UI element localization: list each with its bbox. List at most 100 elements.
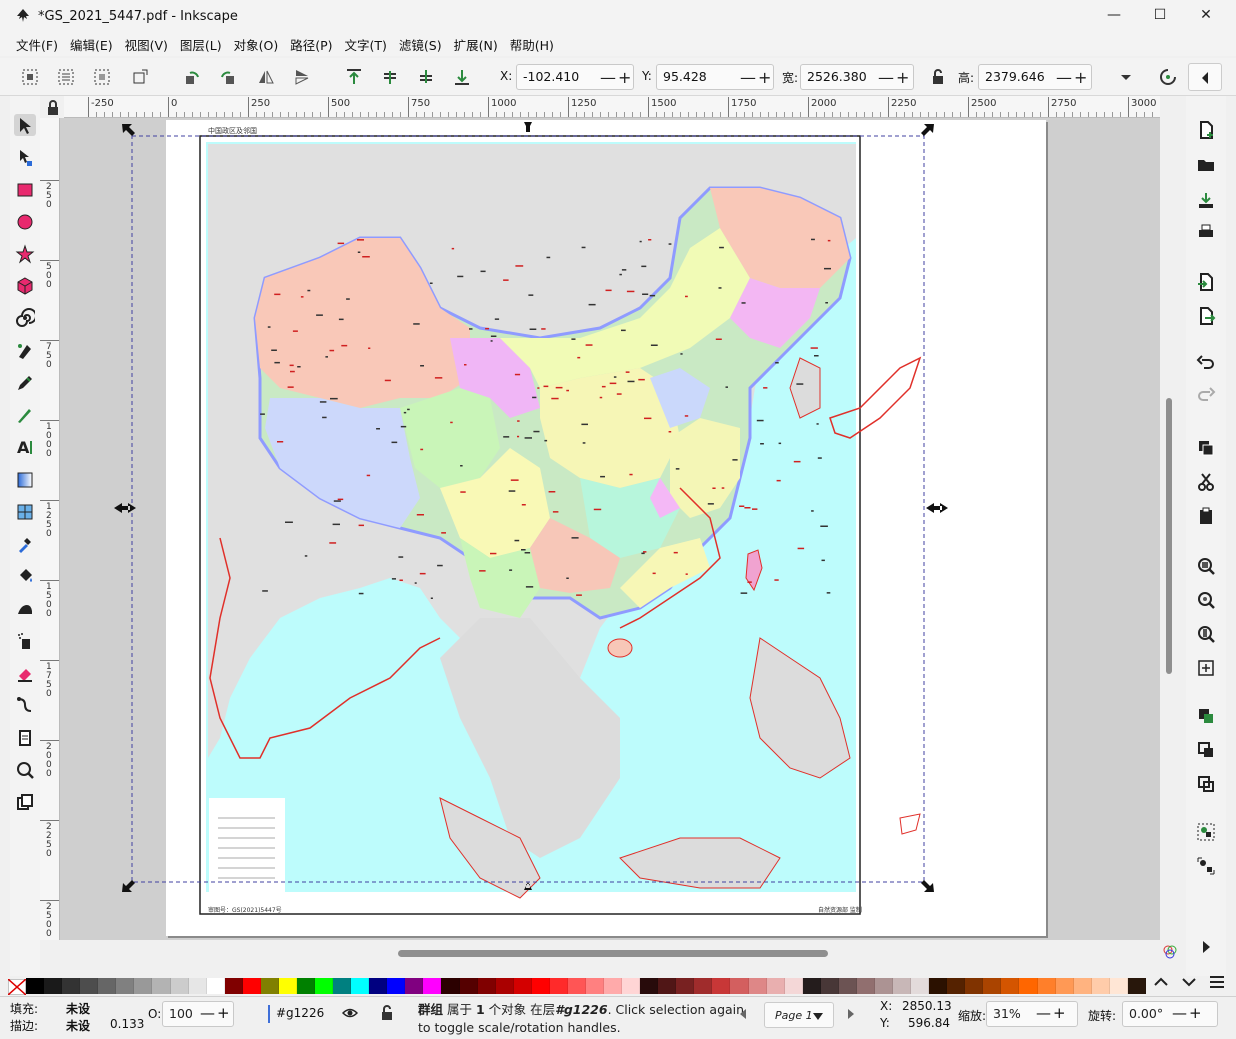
cut-icon[interactable] (1196, 472, 1216, 492)
palette-swatch[interactable] (98, 978, 117, 994)
menu-edit[interactable]: 编辑(E) (64, 35, 119, 54)
palette-swatch[interactable] (369, 978, 388, 994)
palette-swatch[interactable] (983, 978, 1002, 994)
fill-value[interactable]: 未设 (66, 1000, 90, 1017)
unlink-clone-icon[interactable] (1196, 774, 1216, 794)
layer-visibility-icon[interactable] (342, 1006, 358, 1020)
rotate-stepper[interactable]: —+ (1172, 1004, 1204, 1022)
palette-swatch[interactable] (730, 978, 749, 994)
menu-text[interactable]: 文字(T) (339, 35, 393, 54)
palette-swatch[interactable] (1055, 978, 1074, 994)
undo-icon[interactable] (1196, 354, 1216, 374)
palette-swatch[interactable] (260, 978, 279, 994)
palette-swatch[interactable] (296, 978, 315, 994)
palette-swatch[interactable] (712, 978, 731, 994)
zoom-drawing-icon[interactable] (1196, 590, 1216, 610)
flip-horizontal-icon[interactable] (256, 67, 276, 87)
close-button[interactable]: ✕ (1183, 0, 1229, 30)
open-folder-icon[interactable] (1196, 154, 1216, 174)
palette-swatch[interactable] (694, 978, 713, 994)
copy-icon[interactable] (1196, 438, 1216, 458)
print-icon[interactable] (1196, 222, 1216, 242)
stroke-width-value[interactable]: 0.133 (110, 1017, 144, 1031)
canvas[interactable]: 中国政区及邻国 审图号：GS(2021)5447号 自然资源部 监制 (60, 118, 1160, 940)
deselect-icon[interactable] (92, 67, 112, 87)
clone-icon[interactable] (1196, 740, 1216, 760)
palette-swatch[interactable] (80, 978, 99, 994)
menu-view[interactable]: 视图(V) (119, 35, 174, 54)
palette-swatch[interactable] (856, 978, 875, 994)
palette-swatch[interactable] (658, 978, 677, 994)
menu-extensions[interactable]: 扩展(N) (448, 35, 504, 54)
palette-swatch[interactable] (116, 978, 135, 994)
menu-layer[interactable]: 图层(L) (174, 35, 228, 54)
mesh-tool[interactable] (14, 501, 36, 523)
text-tool[interactable]: A (14, 436, 36, 458)
palette-swatch[interactable] (333, 978, 352, 994)
vertical-ruler[interactable]: 250 500 750 1000 1250 1500 1750 2000 2250 2500 (40, 118, 60, 940)
palette-swatch[interactable] (622, 978, 641, 994)
measure-tool[interactable] (14, 791, 36, 813)
y-stepper[interactable]: —+ (740, 68, 773, 87)
new-document-icon[interactable] (1196, 120, 1216, 140)
map-drawing[interactable]: 中国政区及邻国 审图号：GS(2021)5447号 自然资源部 监制 (60, 118, 1160, 940)
next-page-icon[interactable] (846, 1008, 856, 1020)
gradient-tool[interactable] (14, 469, 36, 491)
palette-swatch[interactable] (134, 978, 153, 994)
vertical-scrollbar[interactable] (1166, 398, 1172, 674)
palette-swatch[interactable] (820, 978, 839, 994)
rotate-ccw-icon[interactable] (182, 67, 202, 87)
connector-tool[interactable] (14, 694, 36, 716)
width-stepper[interactable]: —+ (878, 68, 911, 87)
group-icon[interactable] (1196, 822, 1216, 842)
redo-icon[interactable] (1196, 386, 1216, 406)
paint-bucket-tool[interactable] (14, 565, 36, 587)
palette-swatch[interactable] (766, 978, 785, 994)
palette-swatch[interactable] (26, 978, 45, 994)
palette-swatch[interactable] (893, 978, 912, 994)
palette-scroll-down-icon[interactable] (1182, 976, 1196, 988)
palette-swatch[interactable] (278, 978, 297, 994)
palette-swatch[interactable] (585, 978, 604, 994)
raise-to-top-icon[interactable] (344, 67, 364, 87)
palette-swatch[interactable] (676, 978, 695, 994)
palette-swatch[interactable] (351, 978, 370, 994)
palette-swatch[interactable] (1127, 978, 1146, 994)
select-all-icon[interactable] (20, 67, 40, 87)
palette-swatch[interactable] (838, 978, 857, 994)
palette-swatch[interactable] (423, 978, 442, 994)
palette-swatch[interactable] (1001, 978, 1020, 994)
x-stepper[interactable]: —+ (600, 68, 633, 87)
import-icon[interactable] (1196, 272, 1216, 292)
palette-swatch[interactable] (1073, 978, 1092, 994)
snap-popover-button[interactable] (1188, 63, 1222, 91)
page-selector[interactable]: Page 1 (764, 1002, 834, 1028)
palette-swatch[interactable] (965, 978, 984, 994)
horizontal-scrollbar[interactable] (398, 950, 828, 957)
palette-swatch[interactable] (784, 978, 803, 994)
tweak-tool[interactable] (14, 598, 36, 620)
palette-swatch[interactable] (206, 978, 225, 994)
palette-swatch[interactable] (748, 978, 767, 994)
pen-tool[interactable] (14, 340, 36, 362)
rotate-field[interactable]: 0.00° (1122, 1001, 1218, 1027)
height-stepper[interactable]: —+ (1056, 68, 1089, 87)
palette-swatch[interactable] (947, 978, 966, 994)
palette-menu-icon[interactable] (1208, 974, 1226, 990)
select-all-layers-icon[interactable] (56, 67, 76, 87)
menu-help[interactable]: 帮助(H) (504, 35, 560, 54)
lower-to-bottom-icon[interactable] (452, 67, 472, 87)
palette-swatch[interactable] (152, 978, 171, 994)
minimize-button[interactable]: — (1091, 0, 1137, 30)
color-manage-icon[interactable] (1162, 944, 1178, 960)
chevron-right-icon[interactable] (1200, 940, 1212, 954)
palette-swatch[interactable] (170, 978, 189, 994)
touch-select-icon[interactable] (130, 67, 150, 87)
zoom-selection-icon[interactable] (1196, 556, 1216, 576)
palette-swatch[interactable] (224, 978, 243, 994)
spray-tool[interactable] (14, 630, 36, 652)
palette-swatch[interactable] (513, 978, 532, 994)
no-paint-swatch[interactable] (8, 979, 26, 995)
guide-lock-icon[interactable] (46, 100, 60, 116)
ungroup-icon[interactable] (1196, 856, 1216, 876)
